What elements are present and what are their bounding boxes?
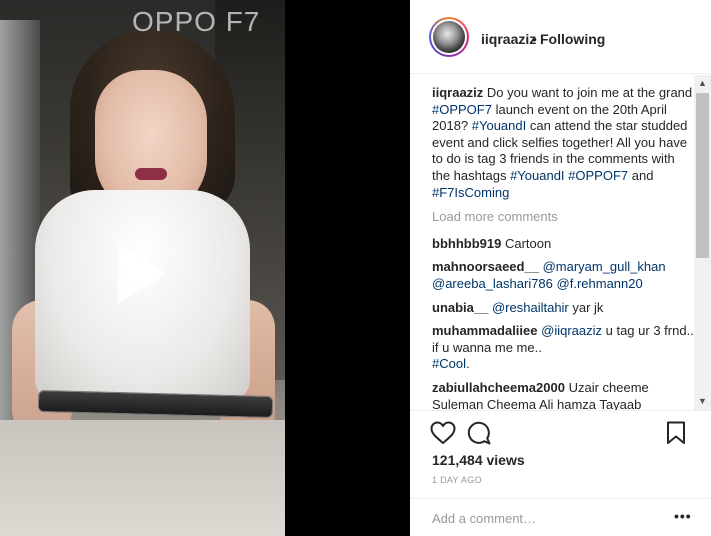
following-button[interactable]: Following bbox=[540, 31, 605, 47]
comment-text: Cartoon bbox=[501, 235, 552, 251]
post-actions: 121,484 views 1 DAY AGO bbox=[410, 410, 711, 500]
video-player[interactable]: OPPO F7 bbox=[0, 0, 410, 536]
scroll-up-arrow-icon[interactable]: ▲ bbox=[694, 75, 711, 92]
comments-scrollbar[interactable]: ▲ ▼ bbox=[694, 75, 711, 410]
comment-username[interactable]: bbhhbb919 bbox=[432, 236, 501, 251]
heart-icon[interactable] bbox=[430, 421, 456, 445]
play-icon[interactable] bbox=[100, 238, 172, 310]
comment-text: if u wanna me me.. bbox=[432, 339, 542, 355]
video-brand-watermark: OPPO F7 bbox=[132, 6, 261, 37]
comment-item: bbhhbb919 Cartoon bbox=[432, 236, 694, 253]
comment-item: unabia__ @reshailtahir yar jk bbox=[432, 300, 694, 317]
header-username[interactable]: iiqraaziz bbox=[481, 31, 536, 47]
caption: iiqraaziz Do you want to join me at the … bbox=[432, 85, 694, 201]
instagram-post-modal: OPPO F7 iiqraaziz • Following iiqraaziz … bbox=[0, 0, 711, 536]
post-side-panel: iiqraaziz • Following iiqraaziz Do you w… bbox=[410, 0, 711, 536]
caption-username[interactable]: iiqraaziz bbox=[432, 85, 483, 100]
hashtag-link[interactable]: #YouandI bbox=[472, 118, 526, 133]
hashtag-link[interactable]: #F7IsComing bbox=[432, 185, 509, 200]
scroll-down-arrow-icon[interactable]: ▼ bbox=[694, 393, 711, 410]
avatar[interactable] bbox=[429, 17, 469, 57]
comment-username[interactable]: zabiullahcheema2000 bbox=[432, 380, 565, 395]
video-letterbox bbox=[285, 0, 410, 536]
hashtag-link[interactable]: #OPPOF7 bbox=[568, 168, 628, 183]
mention-link[interactable]: @f.rehmann20 bbox=[557, 276, 643, 291]
comment-item: zabiullahcheema2000 Uzair cheeme Suleman… bbox=[432, 380, 694, 410]
comment-input[interactable] bbox=[432, 509, 662, 527]
mention-link[interactable]: @reshailtahir bbox=[492, 300, 569, 315]
mention-link[interactable]: @maryam_gull_khan bbox=[543, 259, 666, 274]
scrollbar-thumb[interactable] bbox=[696, 93, 709, 258]
person-lips bbox=[135, 168, 167, 180]
hashtag-link[interactable]: #YouandI bbox=[510, 168, 564, 183]
comment-item: muhammadaliiee @iiqraaziz u tag ur 3 frn… bbox=[432, 323, 694, 373]
post-timestamp[interactable]: 1 DAY AGO bbox=[432, 475, 482, 485]
load-more-comments-button[interactable]: Load more comments bbox=[432, 209, 694, 226]
view-count[interactable]: 121,484 views bbox=[432, 452, 525, 468]
video-frame: OPPO F7 bbox=[0, 0, 285, 536]
avatar-border bbox=[431, 19, 467, 55]
mention-link[interactable]: @areeba_lashari786 bbox=[432, 276, 553, 291]
avatar-image bbox=[433, 21, 465, 53]
comment-item: mahnoorsaeed__ @maryam_gull_khan @areeba… bbox=[432, 259, 694, 292]
hashtag-link[interactable]: #Cool bbox=[432, 356, 466, 371]
more-options-icon[interactable]: ••• bbox=[674, 508, 692, 524]
comment-username[interactable]: muhammadaliiee bbox=[432, 323, 538, 338]
table-surface bbox=[0, 420, 285, 536]
post-header: iiqraaziz • Following bbox=[410, 0, 711, 74]
add-comment-bar: ••• bbox=[410, 498, 711, 536]
comment-text: u tag ur 3 frnd.. bbox=[602, 323, 694, 339]
caption-text: Do you want to join me at the grand bbox=[483, 85, 693, 100]
bookmark-icon[interactable] bbox=[666, 421, 686, 445]
comment-icon[interactable] bbox=[467, 421, 491, 445]
comments-list: iiqraaziz Do you want to join me at the … bbox=[432, 85, 694, 410]
mention-link[interactable]: @iiqraaziz bbox=[541, 323, 602, 338]
comment-username[interactable]: unabia__ bbox=[432, 300, 488, 315]
comment-username[interactable]: mahnoorsaeed__ bbox=[432, 259, 539, 274]
caption-text: and bbox=[628, 167, 654, 183]
comment-text: . bbox=[465, 356, 470, 372]
header-separator: • bbox=[532, 31, 537, 47]
comments-section[interactable]: iiqraaziz Do you want to join me at the … bbox=[410, 75, 711, 410]
comment-text: yar jk bbox=[568, 299, 604, 315]
hashtag-link[interactable]: #OPPOF7 bbox=[432, 102, 492, 117]
